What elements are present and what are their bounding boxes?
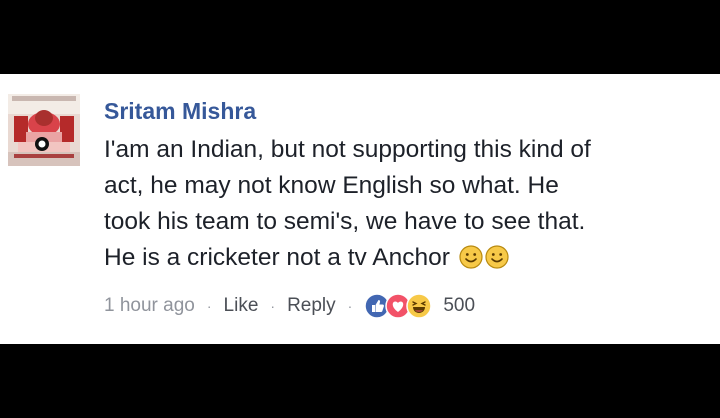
screenshot-frame: Sritam Mishra I'am an Indian, but not su… <box>0 0 720 418</box>
comment-line-last: He is a cricketer not a tv Anchor <box>104 240 704 280</box>
avatar-photo <box>8 94 80 166</box>
separator-dot: · <box>347 298 353 314</box>
comment-line: took his team to semi's, we have to see … <box>104 208 586 235</box>
author-name[interactable]: Sritam Mishra <box>104 96 704 126</box>
haha-reaction-icon <box>406 293 433 319</box>
timestamp[interactable]: 1 hour ago <box>104 295 195 317</box>
separator-dot: · <box>206 298 212 314</box>
comment-text: I'am an Indian, but not supporting this … <box>104 132 704 280</box>
comment-line: act, he may not know English so what. He <box>104 172 559 199</box>
avatar[interactable] <box>8 94 80 166</box>
smiley-icon <box>485 244 509 280</box>
like-button[interactable]: Like <box>224 295 259 317</box>
comment-card: Sritam Mishra I'am an Indian, but not su… <box>0 74 720 344</box>
comment-body: Sritam Mishra I'am an Indian, but not su… <box>104 96 704 280</box>
reactions-summary[interactable] <box>364 293 433 319</box>
comment-meta-bar: 1 hour ago · Like · Reply · 500 <box>104 290 475 322</box>
smiley-icon <box>459 244 483 280</box>
reaction-count[interactable]: 500 <box>443 295 475 317</box>
comment-line: He is a cricketer not a tv Anchor <box>104 244 450 271</box>
separator-dot: · <box>270 298 276 314</box>
reply-button[interactable]: Reply <box>287 295 336 317</box>
comment-line: I'am an Indian, but not supporting this … <box>104 136 591 163</box>
